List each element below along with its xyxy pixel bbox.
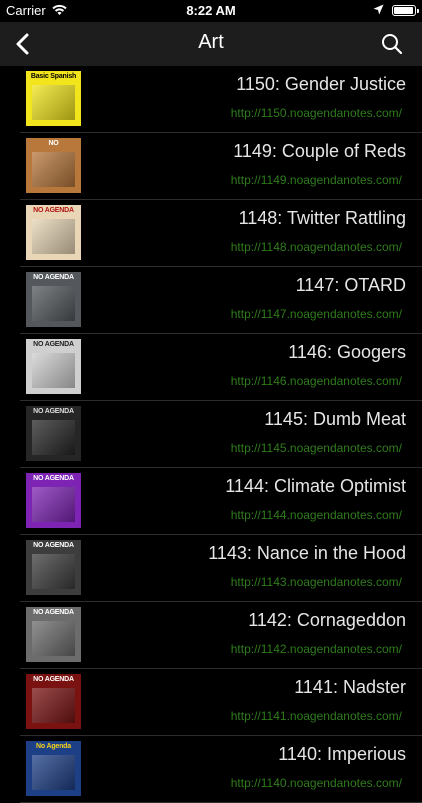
episode-title: 1140: Imperious: [278, 744, 406, 764]
status-time: 8:22 AM: [186, 3, 236, 18]
episode-title: 1146: Googers: [288, 342, 406, 362]
episode-row[interactable]: NO AGENDA 1146: Googers http://1146.noagen…: [20, 334, 422, 401]
episode-title: 1147: OTARD: [295, 275, 406, 295]
episode-row[interactable]: NO AGENDA 1145: Dumb Meat http://1145.noag…: [20, 401, 422, 468]
episode-row[interactable]: NO AGENDA 1148: Twitter Rattling http://11…: [20, 200, 422, 267]
episode-url[interactable]: http://1148.noagendanotes.com/: [231, 240, 402, 254]
search-icon: [382, 34, 403, 55]
episode-title: 1149: Couple of Reds: [233, 141, 406, 161]
artwork-caption: NO AGENDA: [33, 676, 74, 683]
episode-artwork: NO AGENDA: [26, 272, 81, 327]
episode-artwork: NO AGENDA: [26, 473, 81, 528]
episode-url[interactable]: http://1147.noagendanotes.com/: [231, 307, 402, 321]
episode-title: 1142: Cornageddon: [248, 610, 406, 630]
episode-url[interactable]: http://1143.noagendanotes.com/: [231, 575, 402, 589]
location-arrow-icon: [373, 3, 384, 18]
artwork-image: [32, 420, 75, 455]
artwork-caption: NO AGENDA: [33, 274, 74, 281]
episode-artwork: NO AGENDA: [26, 607, 81, 662]
episode-artwork: NO: [26, 138, 81, 193]
episode-url[interactable]: http://1150.noagendanotes.com/: [231, 106, 402, 120]
episode-artwork: NO AGENDA: [26, 339, 81, 394]
artwork-caption: NO AGENDA: [33, 542, 74, 549]
artwork-image: [32, 487, 75, 522]
episode-url[interactable]: http://1146.noagendanotes.com/: [231, 374, 402, 388]
episode-row[interactable]: NO AGENDA 1143: Nance in the Hood http://1…: [20, 535, 422, 602]
episode-artwork: Basic Spanish: [26, 71, 81, 126]
artwork-image: [32, 85, 75, 120]
episode-title: 1141: Nadster: [294, 677, 406, 697]
artwork-caption: NO AGENDA: [33, 475, 74, 482]
episode-title: 1148: Twitter Rattling: [238, 208, 406, 228]
episode-title: 1144: Climate Optimist: [225, 476, 406, 496]
episode-row[interactable]: NO AGENDA 1141: Nadster http://1141.noagen…: [20, 669, 422, 736]
artwork-image: [32, 554, 75, 589]
episode-url[interactable]: http://1149.noagendanotes.com/: [231, 173, 402, 187]
artwork-caption: No Agenda: [36, 743, 71, 750]
episode-row[interactable]: NO AGENDA 1147: OTARD http://1147.noagenda…: [20, 267, 422, 334]
episode-title: 1145: Dumb Meat: [264, 409, 406, 429]
artwork-caption: Basic Spanish: [30, 73, 77, 80]
artwork-image: [32, 286, 75, 321]
episode-row[interactable]: NO AGENDA 1144: Climate Optimist http://11…: [20, 468, 422, 535]
artwork-image: [32, 152, 75, 187]
episode-artwork: NO AGENDA: [26, 205, 81, 260]
artwork-image: [32, 219, 75, 254]
episode-artwork: No Agenda: [26, 741, 81, 796]
episode-title: 1143: Nance in the Hood: [208, 543, 406, 563]
artwork-image: [32, 621, 75, 656]
artwork-image: [32, 353, 75, 388]
artwork-caption: NO AGENDA: [33, 207, 74, 214]
episode-url[interactable]: http://1145.noagendanotes.com/: [231, 441, 402, 455]
page-title: Art: [198, 31, 224, 53]
episode-row[interactable]: NO AGENDA 1142: Cornageddon http://1142.no…: [20, 602, 422, 669]
artwork-caption: NO: [48, 140, 59, 147]
episode-url[interactable]: http://1142.noagendanotes.com/: [231, 642, 402, 656]
status-right: [373, 3, 419, 18]
artwork-caption: NO AGENDA: [33, 408, 74, 415]
artwork-image: [32, 688, 75, 723]
episode-url[interactable]: http://1144.noagendanotes.com/: [231, 508, 402, 522]
artwork-caption: NO AGENDA: [33, 341, 74, 348]
episode-artwork: NO AGENDA: [26, 674, 81, 729]
status-bar: Carrier 8:22 AM: [0, 0, 422, 22]
artwork-image: [32, 755, 75, 790]
episode-artwork: NO AGENDA: [26, 540, 81, 595]
navigation-bar: Art: [0, 22, 422, 66]
episode-url[interactable]: http://1140.noagendanotes.com/: [231, 776, 402, 790]
battery-icon: [392, 5, 419, 16]
episode-row[interactable]: No Agenda 1140: Imperious http://1140.noag…: [20, 736, 422, 803]
search-button[interactable]: [380, 32, 404, 56]
artwork-caption: NO AGENDA: [33, 609, 74, 616]
episode-row[interactable]: NO 1149: Couple of Reds http://1149.noagen…: [20, 133, 422, 200]
episode-url[interactable]: http://1141.noagendanotes.com/: [231, 709, 402, 723]
episode-title: 1150: Gender Justice: [236, 74, 406, 94]
episode-list: Basic Spanish 1150: Gender Justice http://…: [0, 66, 422, 803]
episode-row[interactable]: Basic Spanish 1150: Gender Justice http://…: [20, 66, 422, 133]
episode-artwork: NO AGENDA: [26, 406, 81, 461]
